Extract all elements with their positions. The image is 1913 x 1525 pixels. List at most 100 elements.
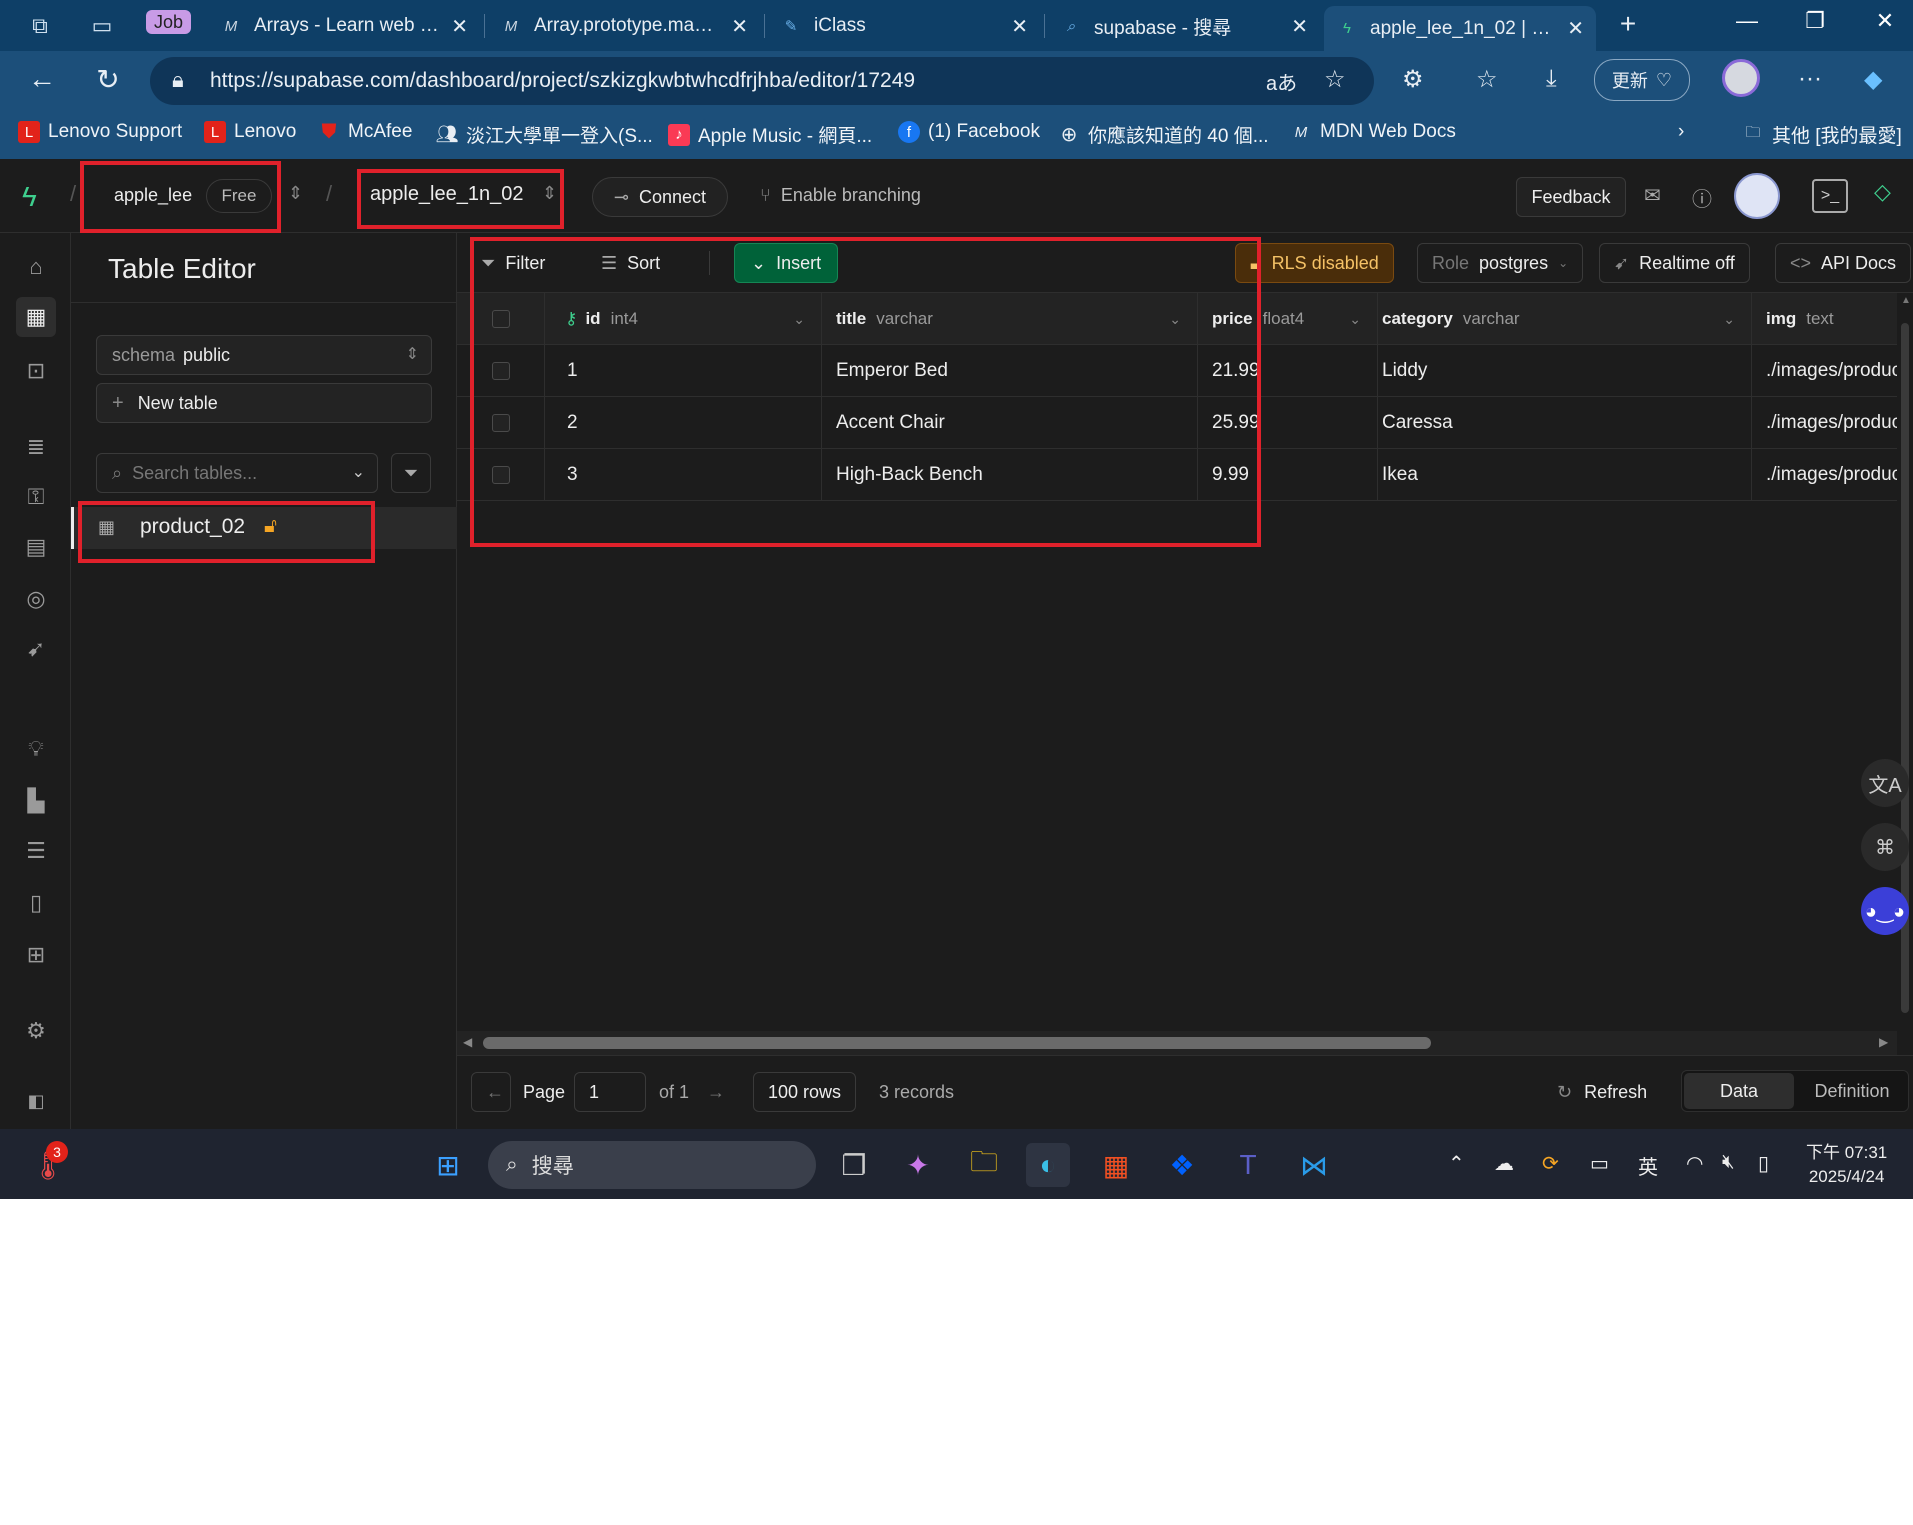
cell-price[interactable]: 21.99 — [1198, 345, 1378, 397]
table-item-product-02[interactable]: ▦ product_02 🔓︎ — [71, 507, 457, 549]
bookmark-tku-sso[interactable]: 👥︎ 淡江大學單一登入(S... — [436, 121, 653, 148]
filter-button[interactable]: ⏷ Filter — [481, 243, 545, 283]
home-icon[interactable]: ⌂ — [16, 247, 56, 287]
battery-icon[interactable]: ▯ — [1758, 1151, 1769, 1176]
supabase-logo-icon[interactable]: ϟ — [22, 181, 37, 213]
cell-id[interactable]: 2 — [545, 397, 822, 449]
reload-icon[interactable]: ↻ — [88, 63, 128, 96]
bookmark-mdn[interactable]: M MDN Web Docs — [1290, 121, 1456, 143]
cell-img[interactable]: ./images/product-2.jpg — [1752, 397, 1897, 449]
back-icon[interactable]: ← — [22, 63, 62, 95]
workspaces-icon[interactable]: ⧉ — [18, 4, 62, 48]
insert-button[interactable]: ⌄ Insert — [734, 243, 839, 283]
enable-branching-button[interactable]: ⑂ Enable branching — [760, 185, 921, 206]
new-table-button[interactable]: + New table — [96, 383, 432, 423]
column-header-id[interactable]: ⚷ id int4 ⌄ — [545, 293, 822, 345]
cell-category[interactable]: Liddy — [1378, 345, 1752, 397]
favorite-star-icon[interactable]: ☆ — [1324, 65, 1346, 94]
downloads-icon[interactable]: ⤓ — [1546, 65, 1557, 93]
chevron-down-icon[interactable]: ⌄ — [1169, 311, 1181, 328]
next-page-icon[interactable]: → — [707, 1072, 725, 1112]
row-checkbox[interactable] — [457, 449, 545, 501]
vscode-icon[interactable]: ⋈ — [1292, 1143, 1336, 1187]
taskbar-search[interactable]: ⌕ 搜尋 — [488, 1141, 816, 1189]
volume-muted-icon[interactable]: 🔇︎ — [1722, 1151, 1735, 1174]
tab-data[interactable]: Data — [1684, 1073, 1794, 1109]
reports-icon[interactable]: ▙ — [16, 781, 56, 821]
file-explorer-icon[interactable]: 🗀︎ — [962, 1143, 1006, 1187]
search-tables-input[interactable]: ⌕ Search tables... ⌄ — [96, 453, 378, 493]
table-row[interactable]: 1 Emperor Bed 21.99 Liddy ./images/produ… — [457, 345, 1897, 397]
chevron-down-icon[interactable]: ⌄ — [1349, 311, 1361, 328]
tab-definition[interactable]: Definition — [1796, 1073, 1908, 1109]
connect-button[interactable]: ⊸ Connect — [592, 177, 728, 217]
dropbox-icon[interactable]: ❖ — [1160, 1143, 1204, 1187]
column-header-img[interactable]: img text — [1752, 293, 1897, 345]
store-icon[interactable]: ▦ — [1094, 1143, 1138, 1187]
column-header-title[interactable]: title varchar ⌄ — [822, 293, 1198, 345]
table-editor-icon[interactable]: ▦ — [16, 297, 56, 337]
read-aloud-icon[interactable]: aあ — [1266, 67, 1297, 96]
cell-id[interactable]: 3 — [545, 449, 822, 501]
cell-price[interactable]: 9.99 — [1198, 449, 1378, 501]
start-icon[interactable]: ⊞ — [426, 1143, 470, 1187]
column-header-category[interactable]: category varchar ⌄ — [1378, 293, 1752, 345]
select-all-checkbox[interactable] — [457, 293, 545, 345]
user-avatar[interactable] — [1734, 173, 1780, 219]
row-checkbox[interactable] — [457, 397, 545, 449]
copilot-icon[interactable]: ◆ — [1864, 65, 1882, 94]
bookmark-apple-music[interactable]: ♪ Apple Music - 網頁... — [668, 121, 872, 148]
cell-title[interactable]: High-Back Bench — [822, 449, 1198, 501]
sync-icon[interactable]: ⟳ — [1542, 1151, 1559, 1176]
assistant-icon[interactable]: ◇ — [1874, 179, 1891, 205]
close-icon[interactable]: ✕ — [451, 14, 468, 39]
auth-icon[interactable]: ⚿ — [16, 477, 56, 517]
display-icon[interactable]: ▭ — [1590, 1151, 1609, 1176]
org-switcher-icon[interactable]: ⇕ — [288, 183, 303, 204]
tab-supabase-project[interactable]: ϟ apple_lee_1n_02 | apple ✕ — [1324, 6, 1596, 51]
schema-select[interactable]: schema public ⇕ — [96, 335, 432, 375]
row-checkbox[interactable] — [457, 345, 545, 397]
bookmark-facebook[interactable]: f (1) Facebook — [898, 121, 1040, 143]
edge-functions-icon[interactable]: ◎ — [16, 579, 56, 619]
realtime-button[interactable]: ➹ Realtime off — [1599, 243, 1750, 283]
extensions-icon[interactable]: ⚙ — [1402, 65, 1424, 94]
chevrons-down-icon[interactable]: ⌄ — [352, 462, 365, 482]
cell-img[interactable]: ./images/product-3.jpg — [1752, 449, 1897, 501]
wifi-icon[interactable]: ◠ — [1686, 1151, 1703, 1176]
sql-editor-icon[interactable]: ⊡ — [16, 351, 56, 391]
help-icon[interactable]: ⓘ — [1692, 183, 1712, 212]
api-docs-button[interactable]: <> API Docs — [1775, 243, 1912, 283]
bookmark-mcafee[interactable]: ⛊ McAfee — [318, 121, 413, 143]
collapse-sidebar-icon[interactable]: ◧ — [16, 1081, 56, 1121]
restore-icon[interactable]: ❐ — [1790, 8, 1840, 34]
tray-overflow-icon[interactable]: ⌃ — [1448, 1151, 1465, 1176]
settings-icon[interactable]: ⚙ — [16, 1011, 56, 1051]
copilot-app-icon[interactable]: ✦ — [896, 1143, 940, 1187]
feedback-button[interactable]: Feedback — [1516, 177, 1626, 217]
integrations-icon[interactable]: ⊞ — [16, 935, 56, 975]
org-name[interactable]: apple_lee — [114, 185, 192, 206]
tab-arrays[interactable]: M Arrays - Learn web dev ✕ — [208, 6, 480, 46]
page-number-input[interactable]: 1 — [574, 1072, 646, 1112]
url-field[interactable]: 🔒︎ https://supabase.com/dashboard/projec… — [150, 57, 1374, 105]
database-icon[interactable]: ≣ — [16, 427, 56, 467]
table-row[interactable]: 2 Accent Chair 25.99 Caressa ./images/pr… — [457, 397, 1897, 449]
edge-icon[interactable]: ◐ — [1026, 1143, 1070, 1187]
teams-icon[interactable]: T — [1226, 1143, 1270, 1187]
new-tab-icon[interactable]: + — [1606, 2, 1650, 46]
cell-img[interactable]: ./images/product-1.jpg — [1752, 345, 1897, 397]
storage-icon[interactable]: ▤ — [16, 527, 56, 567]
bookmark-lenovo[interactable]: L Lenovo — [204, 121, 296, 143]
cell-price[interactable]: 25.99 — [1198, 397, 1378, 449]
filter-tables-icon[interactable]: ⏷ — [391, 453, 431, 493]
cell-category[interactable]: Caressa — [1378, 397, 1752, 449]
cell-title[interactable]: Accent Chair — [822, 397, 1198, 449]
sort-button[interactable]: ☰ Sort — [601, 243, 660, 283]
tab-actions-icon[interactable]: ▭ — [80, 4, 124, 48]
close-icon[interactable]: ✕ — [1291, 14, 1308, 39]
close-icon[interactable]: ✕ — [731, 14, 748, 39]
prev-page-icon[interactable]: ← — [471, 1072, 511, 1112]
translate-icon[interactable]: 文A — [1861, 759, 1909, 807]
task-view-icon[interactable]: ❐ — [832, 1143, 876, 1187]
